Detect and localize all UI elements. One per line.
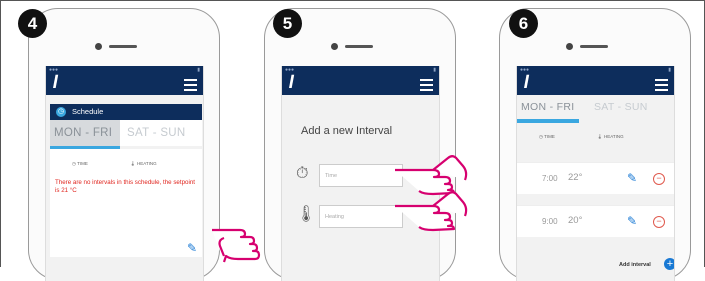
app-header: ꟾ	[46, 73, 203, 95]
speaker-grille	[580, 45, 608, 48]
speaker-grille	[109, 45, 137, 48]
schedule-title: Schedule	[72, 107, 104, 116]
logo-s-icon: ꟾ	[289, 76, 295, 92]
hamburger-menu-icon[interactable]	[655, 79, 668, 94]
pointing-hand-icon	[212, 228, 261, 263]
interval-time: 9:00	[542, 217, 558, 226]
status-bar: ●●● ▮	[282, 66, 439, 73]
day-tabs: MON - FRI SAT - SUN	[517, 95, 674, 119]
phone-step-5: ●●● ▮ ꟾ Add a new Interval ⏱ Time 🌡 Heati…	[264, 8, 456, 281]
clock-icon: ◷	[56, 107, 66, 117]
minus-circle-icon[interactable]: −	[653, 216, 665, 228]
camera-icon	[331, 43, 338, 50]
speaker-grille	[345, 45, 373, 48]
add-interval-label[interactable]: Add interval	[619, 262, 651, 268]
time-input[interactable]: Time	[319, 164, 403, 187]
interval-temp: 22°	[568, 172, 583, 183]
camera-icon	[566, 43, 573, 50]
heating-column-header: 🌡 HEATING	[130, 161, 157, 166]
status-bar: ●●● ▮	[46, 66, 203, 73]
app-header: ꟾ	[282, 73, 439, 95]
pencil-icon[interactable]: ✎	[187, 241, 197, 255]
intervals-card: ◷ TIME 🌡 HEATING There are no intervals …	[50, 149, 202, 257]
tab-sat-sun[interactable]: SAT - SUN	[594, 95, 648, 119]
tab-mon-fri[interactable]: MON - FRI	[50, 120, 120, 146]
minus-circle-icon[interactable]: −	[653, 173, 665, 185]
heating-column-header: 🌡 HEATING	[597, 134, 624, 139]
logo-s-icon: ꟾ	[524, 76, 530, 92]
app-header: ꟾ	[517, 73, 674, 95]
step-badge-6: 6	[509, 9, 538, 38]
tab-mon-fri[interactable]: MON - FRI	[521, 95, 574, 119]
interval-row: 9:00 20° ✎ −	[517, 205, 674, 237]
app-screen-intervals: ●●● ▮ ꟾ MON - FRI SAT - SUN ◷ TIME 🌡 HEAT…	[516, 66, 675, 281]
time-column-header: ◷ TIME	[539, 134, 555, 139]
tab-sat-sun[interactable]: SAT - SUN	[127, 120, 186, 146]
status-bar: ●●● ▮	[517, 66, 674, 73]
schedule-header: ◷ Schedule	[50, 104, 202, 120]
phone-step-6: ●●● ▮ ꟾ MON - FRI SAT - SUN ◷ TIME 🌡 HEAT…	[499, 8, 691, 281]
stopwatch-icon: ⏱	[296, 165, 309, 182]
interval-time: 7:00	[542, 174, 558, 183]
plus-circle-icon[interactable]: +	[664, 258, 674, 270]
time-column-header: ◷ TIME	[72, 161, 88, 166]
interval-temp: 20°	[568, 215, 583, 226]
day-tabs: MON - FRI SAT - SUN	[50, 120, 202, 146]
active-tab-underline	[517, 119, 579, 123]
camera-icon	[95, 43, 102, 50]
pencil-icon[interactable]: ✎	[627, 214, 637, 228]
phone-step-4: ●●● ▮ ꟾ ◷ Schedule MON - FRI SAT - SUN ◷ …	[28, 8, 220, 281]
thermometer-icon: 🌡	[296, 206, 317, 223]
hamburger-menu-icon[interactable]	[184, 79, 197, 94]
no-intervals-message: There are no intervals in this schedule,…	[55, 179, 195, 194]
pencil-icon[interactable]: ✎	[627, 171, 637, 185]
interval-row: 7:00 22° ✎ −	[517, 162, 674, 194]
hamburger-menu-icon[interactable]	[420, 79, 433, 94]
logo-s-icon: ꟾ	[53, 76, 59, 92]
heating-input[interactable]: Heating	[319, 205, 403, 228]
add-interval-title: Add a new Interval	[301, 125, 393, 137]
step-badge-5: 5	[273, 9, 302, 38]
app-screen-schedule: ●●● ▮ ꟾ ◷ Schedule MON - FRI SAT - SUN ◷ …	[45, 66, 204, 281]
step-badge-4: 4	[18, 9, 47, 38]
pointing-hand-icon	[395, 191, 468, 232]
